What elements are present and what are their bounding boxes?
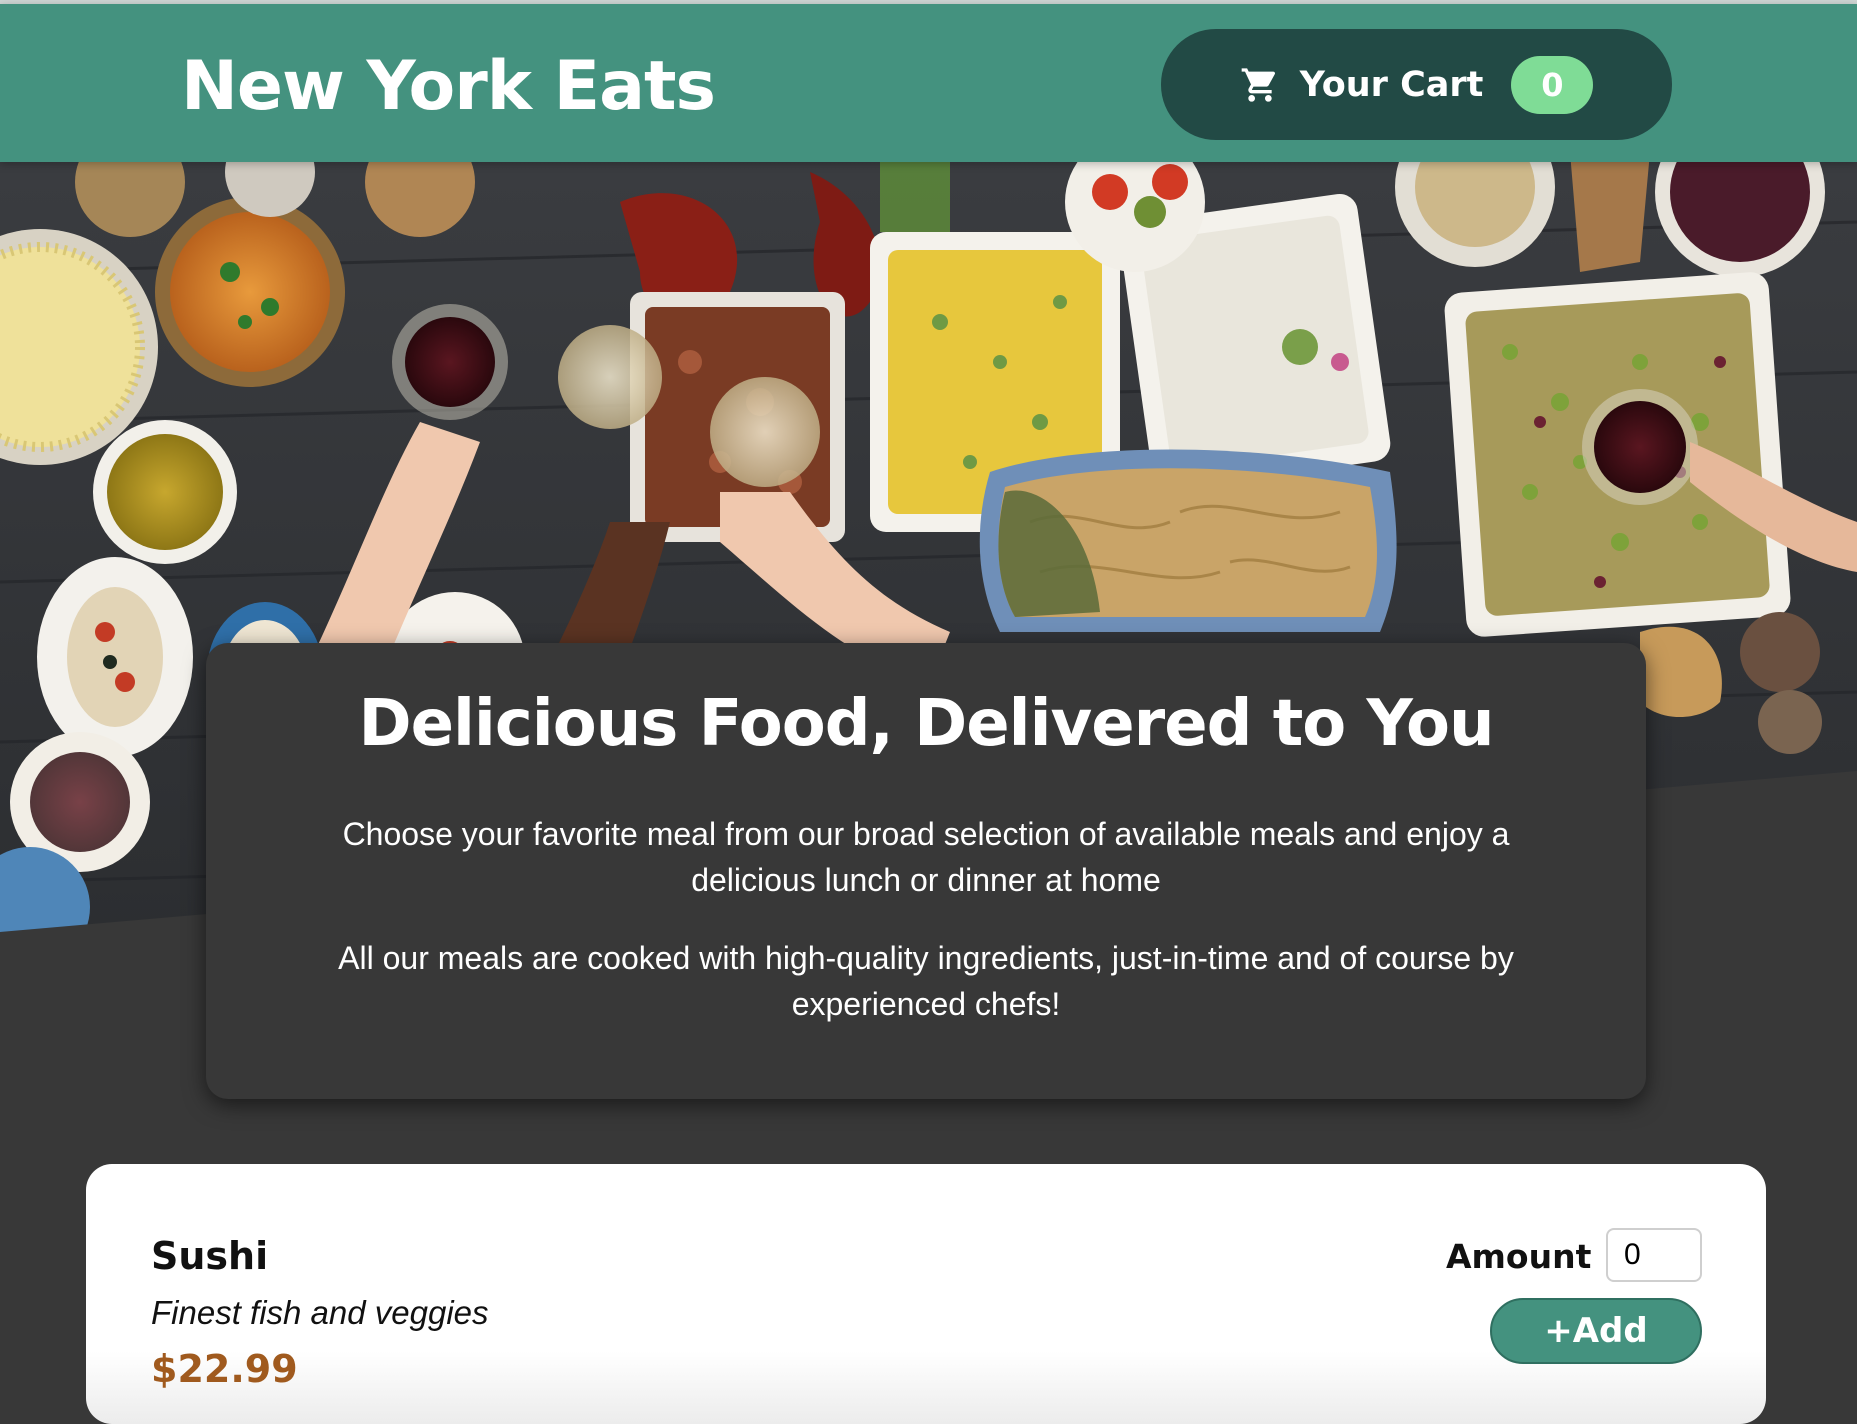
available-meals-card: Sushi Finest fish and veggies $22.99 Amo… (86, 1164, 1766, 1424)
cart-label: Your Cart (1299, 64, 1484, 105)
cart-count-badge: 0 (1511, 55, 1594, 114)
brand-title: New York Eats (181, 47, 716, 126)
add-to-cart-button[interactable]: +Add (1490, 1298, 1702, 1364)
meal-price: $22.99 (151, 1347, 298, 1391)
amount-label: Amount (1446, 1237, 1592, 1276)
cart-button[interactable]: Your Cart 0 (1161, 29, 1672, 140)
shopping-cart-icon (1241, 67, 1275, 102)
meal-description: Finest fish and veggies (151, 1294, 489, 1331)
summary-paragraph-1: Choose your favorite meal from our broad… (342, 816, 1510, 898)
meal-name: Sushi (151, 1234, 269, 1278)
summary-card: Delicious Food, Delivered to You Choose … (206, 643, 1646, 1099)
summary-title: Delicious Food, Delivered to You (358, 687, 1494, 761)
amount-input[interactable] (1606, 1228, 1702, 1282)
app-header: New York Eats Your Cart 0 (0, 4, 1857, 162)
summary-paragraph-2: All our meals are cooked with high-quali… (338, 940, 1514, 1022)
